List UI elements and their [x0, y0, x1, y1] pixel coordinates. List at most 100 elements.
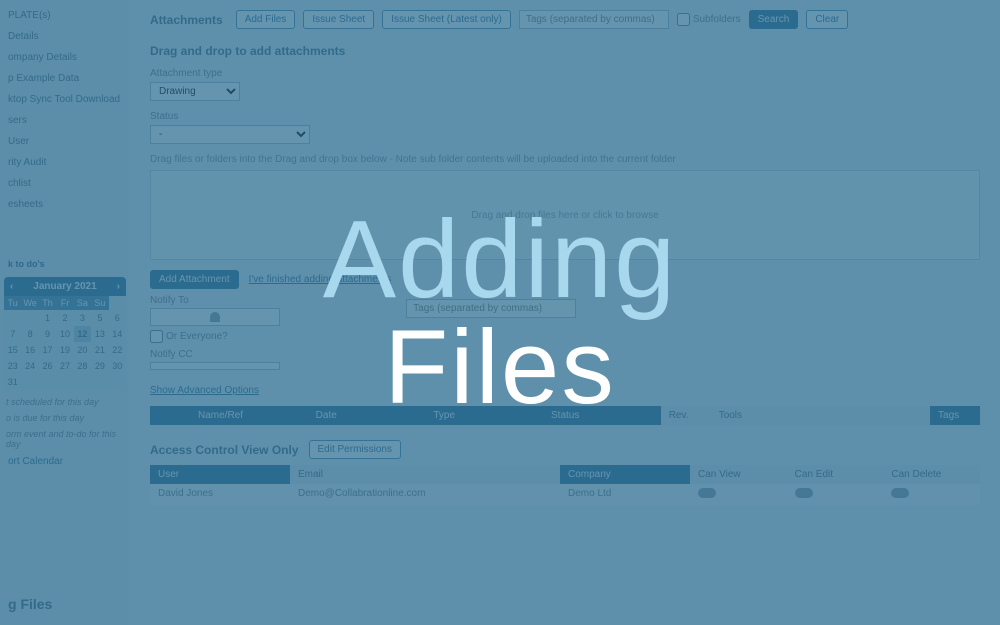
main-panel: Attachments Add Files Issue Sheet Issue …: [130, 0, 1000, 625]
cal-day[interactable]: 9: [39, 326, 56, 342]
cal-day[interactable]: 20: [74, 342, 91, 358]
sidebar-item-timesheets[interactable]: esheets: [0, 194, 130, 215]
cal-day[interactable]: 27: [56, 358, 73, 374]
subfolders-check[interactable]: [677, 13, 690, 26]
acl-edit-toggle[interactable]: [787, 484, 884, 505]
status-select[interactable]: -: [150, 125, 310, 144]
acl-view-toggle[interactable]: [690, 484, 787, 505]
attachment-type-select[interactable]: Drawing: [150, 82, 240, 101]
cal-day[interactable]: 17: [39, 342, 56, 358]
acl-col-edit: Can Edit: [787, 465, 884, 484]
cal-title: January 2021: [33, 281, 96, 292]
cal-day[interactable]: 24: [21, 358, 38, 374]
add-attachment-button[interactable]: Add Attachment: [150, 270, 239, 289]
col-date[interactable]: Date: [308, 406, 426, 425]
cal-day: [4, 310, 21, 326]
attachments-title: Attachments: [150, 13, 223, 27]
col-name[interactable]: Name/Ref: [190, 406, 308, 425]
sidebar-item-users[interactable]: sers: [0, 110, 130, 131]
person-icon: [210, 312, 220, 322]
acl-table: User Email Company Can View Can Edit Can…: [150, 465, 980, 505]
todos-link[interactable]: k to do's: [0, 255, 130, 273]
acl-col-user: User: [150, 465, 290, 484]
dropzone-hint: Drag and drop files here or click to bro…: [471, 210, 658, 221]
tags-input[interactable]: [406, 299, 576, 318]
acl-col-delete: Can Delete: [883, 465, 980, 484]
cal-day[interactable]: 1: [39, 310, 56, 326]
acl-user: David Jones: [150, 484, 290, 505]
status-label: Status: [150, 111, 980, 122]
cal-day[interactable]: 26: [39, 358, 56, 374]
cal-day[interactable]: 28: [74, 358, 91, 374]
sidebar-item-watchlist[interactable]: chlist: [0, 173, 130, 194]
sidebar-item-company[interactable]: ompany Details: [0, 47, 130, 68]
sidebar-item-audit[interactable]: rity Audit: [0, 152, 130, 173]
finished-adding-link[interactable]: I've finished adding attachments: [249, 274, 392, 285]
cal-day: [21, 310, 38, 326]
sidebar-item-example[interactable]: p Example Data: [0, 68, 130, 89]
cal-prev-icon[interactable]: ‹: [10, 281, 13, 292]
cal-next-icon[interactable]: ›: [117, 281, 120, 292]
subfolders-checkbox[interactable]: Subfolders: [677, 13, 741, 26]
issue-sheet-button[interactable]: Issue Sheet: [303, 10, 374, 29]
add-files-button[interactable]: Add Files: [236, 10, 296, 29]
cal-day[interactable]: 7: [4, 326, 21, 342]
everyone-check[interactable]: [150, 330, 163, 343]
acl-delete-toggle[interactable]: [883, 484, 980, 505]
sidebar-item-details[interactable]: Details: [0, 26, 130, 47]
sidebar-item-plates[interactable]: PLATE(s): [0, 5, 130, 26]
col-type[interactable]: Type: [425, 406, 543, 425]
cal-day[interactable]: 23: [4, 358, 21, 374]
sidebar-item-user[interactable]: User: [0, 131, 130, 152]
cal-day[interactable]: 21: [91, 342, 108, 358]
cal-dow: Sa: [74, 296, 91, 310]
attachments-toolbar: Attachments Add Files Issue Sheet Issue …: [150, 10, 980, 29]
cal-day[interactable]: 22: [109, 342, 126, 358]
or-everyone-checkbox[interactable]: Or Everyone?: [150, 330, 391, 343]
col-tags: Tags: [930, 406, 980, 425]
acl-row: David Jones Demo@Collabrationline.com De…: [150, 484, 980, 505]
calendar-widget: ‹ January 2021 › TuWeThFrSaSu12356789101…: [4, 277, 126, 390]
cal-day[interactable]: 13: [91, 326, 108, 342]
cal-day[interactable]: 12: [74, 326, 91, 342]
cal-dow: Fr: [56, 296, 73, 310]
cal-day[interactable]: 30: [109, 358, 126, 374]
cal-day[interactable]: 29: [91, 358, 108, 374]
attachments-table-header: Name/Ref Date Type Status Rev. Tools Tag…: [150, 406, 980, 425]
export-calendar-link[interactable]: ort Calendar: [0, 452, 130, 471]
show-advanced-link[interactable]: Show Advanced Options: [150, 385, 259, 396]
cal-dow: We: [21, 296, 38, 310]
col-rev: Rev.: [661, 406, 711, 425]
cal-dow: Th: [39, 296, 56, 310]
cal-day[interactable]: 2: [56, 310, 73, 326]
toggle-icon: [891, 488, 909, 498]
cal-day[interactable]: 15: [4, 342, 21, 358]
notify-to-label: Notify To: [150, 295, 391, 306]
cal-day[interactable]: 16: [21, 342, 38, 358]
notify-cc-input[interactable]: [150, 362, 280, 370]
cal-dow: Tu: [4, 296, 21, 310]
sidebar-item-sync[interactable]: ktop Sync Tool Download: [0, 89, 130, 110]
cal-day[interactable]: 3: [74, 310, 91, 326]
col-status[interactable]: Status: [543, 406, 661, 425]
issue-sheet-latest-button[interactable]: Issue Sheet (Latest only): [382, 10, 511, 29]
cal-legend: orm event and to-do for this day: [0, 426, 130, 452]
notify-to-input[interactable]: [150, 308, 280, 326]
cal-day[interactable]: 6: [109, 310, 126, 326]
cal-day[interactable]: 19: [56, 342, 73, 358]
edit-permissions-button[interactable]: Edit Permissions: [309, 440, 401, 459]
acl-heading: Access Control View Only: [150, 443, 299, 457]
tags-filter-input[interactable]: [519, 10, 669, 29]
cal-day[interactable]: 5: [91, 310, 108, 326]
cal-day[interactable]: 8: [21, 326, 38, 342]
cal-day[interactable]: 31: [4, 374, 21, 390]
cal-day[interactable]: 10: [56, 326, 73, 342]
cal-legend: o is due for this day: [0, 410, 130, 426]
clear-button[interactable]: Clear: [806, 10, 848, 29]
acl-col-view: Can View: [690, 465, 787, 484]
search-button[interactable]: Search: [749, 10, 799, 29]
drop-instructions: Drag files or folders into the Drag and …: [150, 154, 980, 165]
cal-day[interactable]: 14: [109, 326, 126, 342]
attachment-type-label: Attachment type: [150, 68, 980, 79]
file-dropzone[interactable]: Drag and drop files here or click to bro…: [150, 170, 980, 260]
